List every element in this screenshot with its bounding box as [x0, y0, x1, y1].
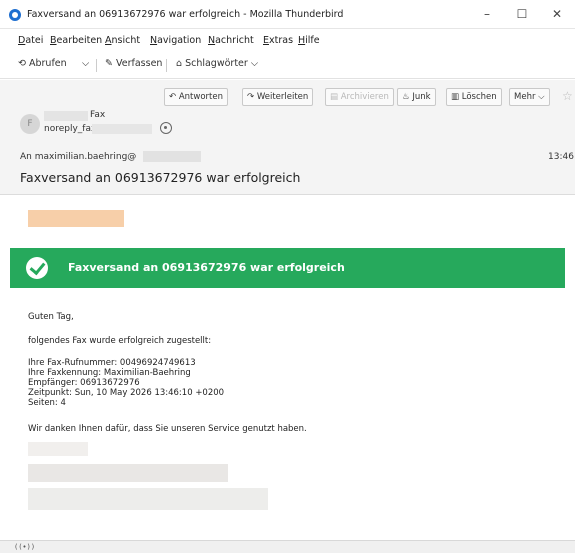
pages-text: Seiten: 4	[28, 398, 66, 408]
junk-label: Junk	[412, 92, 431, 102]
sender-name-redaction	[44, 111, 88, 121]
banner-text: Faxversand an 06913672976 war erfolgreic…	[68, 261, 345, 274]
menu-navigation[interactable]: Navigation	[150, 35, 201, 46]
delete-label: Löschen	[461, 92, 497, 102]
fetch-icon: ⟲	[18, 58, 26, 69]
menu-ansicht[interactable]: Ansicht	[105, 35, 140, 46]
check-circle-icon	[26, 257, 48, 279]
archive-label: Archivieren	[340, 92, 389, 102]
tag-icon: ⌂	[176, 58, 183, 69]
fax-id-text: Ihre Faxkennung: Maximilian-Baehring	[28, 368, 191, 378]
tags-label: Schlagwörter	[185, 58, 248, 69]
menu-extras[interactable]: Extras	[263, 35, 293, 46]
delete-button[interactable]: ▥ Löschen	[446, 88, 502, 106]
message-header: ↶ Antworten ↷ Weiterleiten ▤ Archivieren…	[0, 80, 575, 195]
recipient-redaction	[143, 151, 201, 162]
toolbar-separator	[96, 59, 97, 72]
signature-redaction	[28, 464, 228, 482]
activity-icon[interactable]: ((•))	[14, 543, 35, 551]
timestamp-text: Zeitpunkt: Sun, 10 May 2026 13:46:10 +02…	[28, 388, 225, 398]
fetch-button[interactable]: ⟲ Abrufen	[18, 58, 67, 69]
menu-hilfe[interactable]: Hilfe	[298, 35, 320, 46]
add-contact-icon[interactable]	[160, 122, 172, 134]
more-button[interactable]: Mehr ⌵	[509, 88, 550, 106]
minimize-button[interactable]: –	[471, 5, 503, 23]
recipient-address[interactable]: maximilian.baehring@	[35, 152, 137, 162]
chevron-down-icon: ⌵	[538, 92, 545, 102]
thunderbird-icon	[9, 9, 21, 21]
main-toolbar: ⟲ Abrufen ⌵ ✎ Verfassen ⌂ Schlagwörter ⌵	[0, 51, 575, 79]
signature-redaction	[28, 488, 268, 510]
compose-button[interactable]: ✎ Verfassen	[105, 58, 162, 69]
status-bar: ((•))	[0, 540, 575, 553]
message-body: Faxversand an 06913672976 war erfolgreic…	[0, 196, 575, 540]
message-subject: Faxversand an 06913672976 war erfolgreic…	[20, 170, 301, 185]
intro-text: folgendes Fax wurde erfolgreich zugestel…	[28, 336, 212, 346]
tags-button[interactable]: ⌂ Schlagwörter ⌵	[176, 58, 258, 69]
more-label: Mehr	[514, 92, 536, 102]
sender-email-redaction	[92, 124, 152, 134]
forward-button[interactable]: ↷ Weiterleiten	[242, 88, 314, 106]
to-label: An	[20, 152, 32, 162]
maximize-button[interactable]: ☐	[506, 5, 538, 23]
pencil-icon: ✎	[105, 58, 113, 69]
junk-button[interactable]: ♨ Junk	[397, 88, 436, 106]
reply-button[interactable]: ↶ Antworten	[164, 88, 228, 106]
star-icon[interactable]: ☆	[562, 89, 573, 103]
thanks-text: Wir danken Ihnen dafür, dass Sie unseren…	[28, 424, 307, 434]
fetch-dropdown-chevron-icon[interactable]: ⌵	[82, 58, 89, 69]
title-bar: Faxversand an 06913672976 war erfolgreic…	[0, 0, 575, 29]
greeting-text: Guten Tag,	[28, 312, 74, 322]
archive-button[interactable]: ▤ Archivieren	[325, 88, 394, 106]
recipient-line: An maximilian.baehring@	[20, 152, 136, 162]
menu-bar: Datei Bearbeiten Ansicht Navigation Nach…	[0, 29, 575, 51]
recipient-text: Empfänger: 06913672976	[28, 378, 140, 388]
toolbar-separator	[166, 59, 167, 72]
window-title: Faxversand an 06913672976 war erfolgreic…	[27, 9, 344, 20]
flame-icon: ♨	[402, 92, 410, 102]
sender-name[interactable]: Fax	[90, 110, 105, 120]
compose-label: Verfassen	[116, 58, 163, 69]
sender-logo	[28, 210, 124, 227]
menu-bearbeiten[interactable]: Bearbeiten	[50, 35, 102, 46]
trash-icon: ▥	[451, 92, 460, 102]
close-button[interactable]: ✕	[541, 5, 573, 23]
archive-icon: ▤	[330, 92, 339, 102]
reply-icon: ↶	[169, 92, 177, 102]
chevron-down-icon: ⌵	[250, 58, 259, 69]
menu-nachricht[interactable]: Nachricht	[208, 35, 254, 46]
signature-redaction	[28, 442, 88, 456]
fetch-label: Abrufen	[29, 58, 67, 69]
success-banner: Faxversand an 06913672976 war erfolgreic…	[10, 248, 565, 288]
fax-number-text: Ihre Fax-Rufnummer: 00496924749613	[28, 358, 196, 368]
sender-avatar: F	[20, 114, 40, 134]
message-time: 13:46	[548, 152, 574, 162]
menu-datei[interactable]: Datei	[18, 35, 43, 46]
forward-label: Weiterleiten	[256, 92, 309, 102]
reply-label: Antworten	[178, 92, 223, 102]
forward-icon: ↷	[247, 92, 255, 102]
